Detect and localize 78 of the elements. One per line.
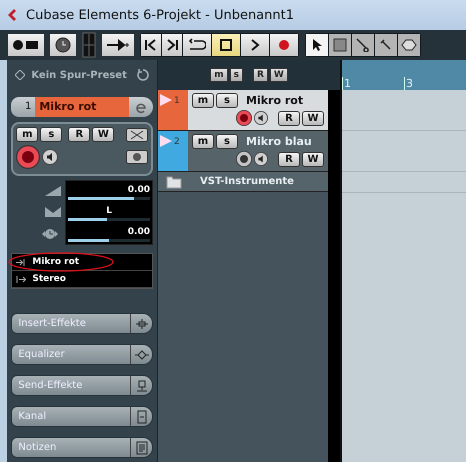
send-icon xyxy=(134,378,148,392)
track-preset-label[interactable]: Kein Spur-Preset xyxy=(31,70,131,80)
read-button[interactable]: R xyxy=(278,110,300,126)
erase-tool-button[interactable] xyxy=(398,34,420,56)
skip-forward-icon xyxy=(165,38,179,52)
mute-button[interactable]: m xyxy=(192,134,214,149)
output-icon xyxy=(16,274,26,284)
folder-icon xyxy=(166,174,182,188)
record-icon xyxy=(277,38,291,52)
insert-icon xyxy=(134,316,148,330)
track-button[interactable]: R xyxy=(68,127,90,142)
clock-icon xyxy=(55,37,71,53)
window-title: Cubase Elements 6-Projekt - Unbenannt1 xyxy=(26,8,294,22)
track-row[interactable]: 2 m s Mikro blau R W xyxy=(158,131,328,172)
record-button[interactable] xyxy=(270,34,298,56)
play-button[interactable] xyxy=(241,34,269,56)
stop-button[interactable] xyxy=(212,34,240,56)
reset-icon[interactable] xyxy=(137,69,149,81)
pan-reading: L xyxy=(105,206,114,216)
range-tool-button[interactable] xyxy=(329,34,351,56)
global-track-button[interactable]: m xyxy=(210,68,228,82)
mute-button[interactable]: m xyxy=(192,93,214,108)
global-track-button[interactable]: W xyxy=(270,68,288,82)
volume-icon xyxy=(45,186,62,196)
speaker-icon[interactable] xyxy=(42,149,58,165)
channel-icon xyxy=(134,410,148,424)
equalizer-icon xyxy=(134,348,148,362)
clock-button[interactable] xyxy=(50,34,76,56)
split-tool-button[interactable] xyxy=(352,34,374,56)
volume-reading: 0.00 xyxy=(126,185,150,195)
dot-and-bar-icon xyxy=(12,38,40,52)
arrow-icon xyxy=(106,39,130,51)
prev-button[interactable] xyxy=(141,34,161,56)
track-button[interactable]: s xyxy=(40,127,62,142)
edit-button[interactable] xyxy=(129,97,153,117)
track-name: Mikro rot xyxy=(246,94,304,107)
stop-icon xyxy=(219,38,233,52)
input-icon xyxy=(16,258,26,266)
track-number: 2 xyxy=(174,137,180,147)
folder-track-name: VST-Instrumente xyxy=(200,176,294,187)
notes-icon xyxy=(134,440,148,454)
track-number: 1 xyxy=(174,96,180,106)
speaker-icon[interactable] xyxy=(254,152,268,166)
track-number: 1 xyxy=(11,97,36,117)
write-button[interactable]: W xyxy=(302,152,324,166)
global-track-button[interactable]: s xyxy=(230,68,243,82)
track-name: Mikro blau xyxy=(246,135,312,148)
square-icon xyxy=(333,38,347,52)
write-button[interactable]: W xyxy=(302,110,324,126)
arrow-tool-button[interactable] xyxy=(306,34,328,56)
track-button[interactable]: m xyxy=(16,127,38,142)
solo-button[interactable]: s xyxy=(216,93,238,108)
bar-number: 1 xyxy=(342,77,404,90)
record-button[interactable] xyxy=(236,110,252,126)
track-name-field[interactable]: Mikro rot xyxy=(35,97,129,117)
track-row[interactable]: 1 m s Mikro rot R W xyxy=(158,90,328,131)
meter-icon xyxy=(82,32,96,58)
next-button[interactable] xyxy=(162,34,182,56)
diamond-icon xyxy=(15,70,26,80)
record-button[interactable] xyxy=(236,151,252,167)
play-marker-icon xyxy=(160,135,172,147)
output-routing-label[interactable]: Stereo xyxy=(32,274,66,284)
track-button[interactable]: W xyxy=(92,127,114,142)
read-button[interactable]: R xyxy=(278,152,300,166)
power-layout-button[interactable] xyxy=(8,34,44,56)
solo-button[interactable]: s xyxy=(216,134,238,149)
cycle-button[interactable] xyxy=(183,34,211,56)
pointer-icon xyxy=(311,38,323,52)
loop-icon xyxy=(188,38,206,52)
play-marker-icon xyxy=(160,94,172,106)
global-track-button[interactable]: R xyxy=(252,68,268,82)
bar-number: 3 xyxy=(404,77,466,90)
glue-tool-button[interactable] xyxy=(375,34,397,56)
skip-back-icon xyxy=(144,38,158,52)
autoscroll-button[interactable] xyxy=(102,34,134,56)
x-icon[interactable] xyxy=(126,128,148,142)
delay-reading: 0.00 xyxy=(126,227,150,237)
speaker-icon[interactable] xyxy=(254,111,268,125)
